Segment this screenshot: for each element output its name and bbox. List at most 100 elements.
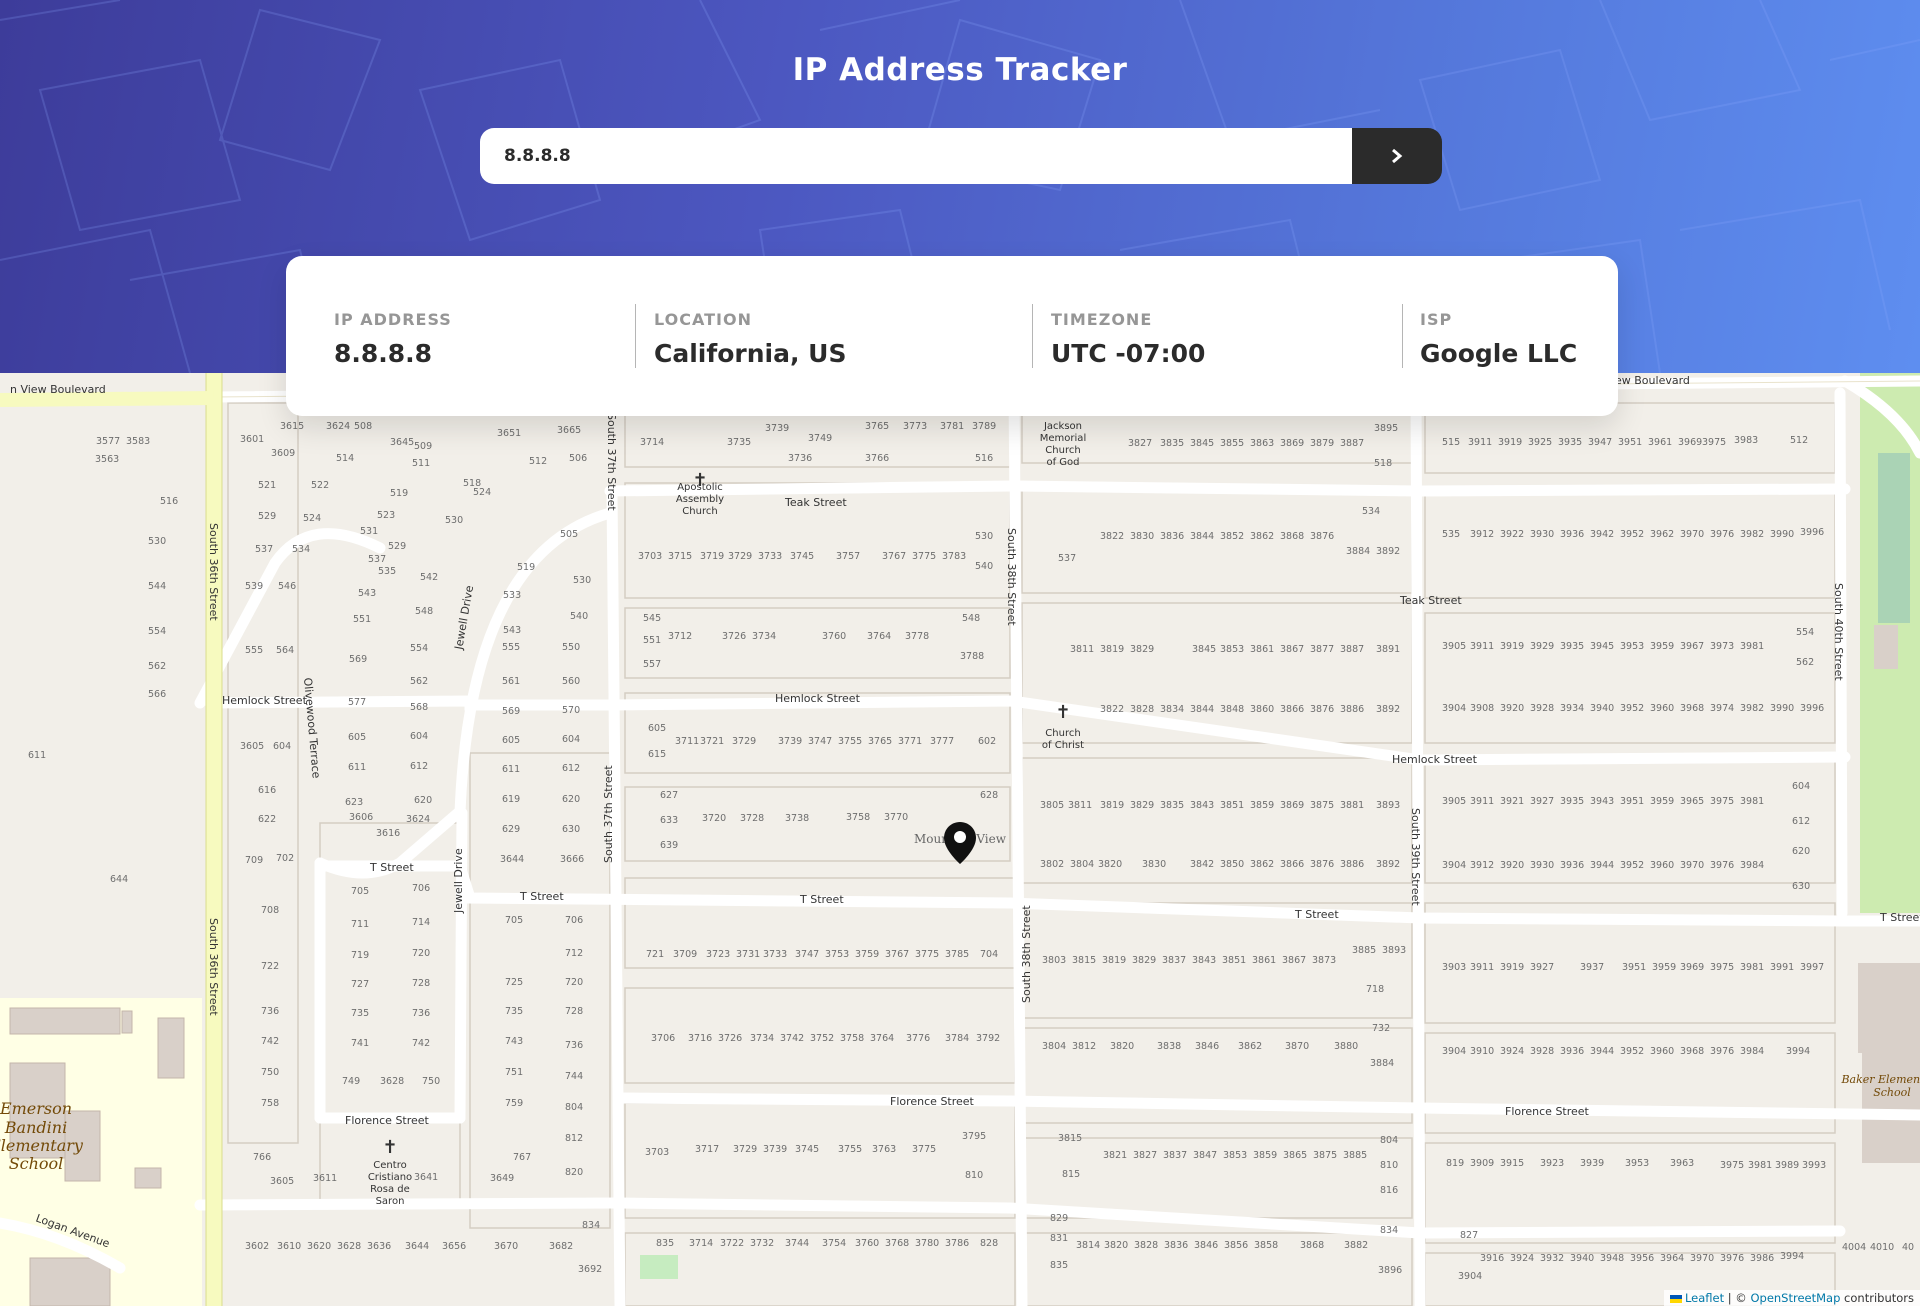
- svg-text:3935: 3935: [1558, 437, 1582, 448]
- page-title: IP Address Tracker: [792, 52, 1128, 88]
- svg-text:516: 516: [975, 453, 993, 464]
- svg-text:568: 568: [410, 702, 428, 713]
- svg-text:3777: 3777: [930, 736, 954, 747]
- svg-text:3835: 3835: [1160, 438, 1184, 449]
- location-marker[interactable]: [943, 821, 977, 869]
- svg-text:Florence Street: Florence Street: [1505, 1105, 1590, 1118]
- svg-text:3968: 3968: [1680, 1046, 1704, 1057]
- svg-text:3867: 3867: [1282, 955, 1306, 966]
- svg-text:720: 720: [412, 948, 430, 959]
- svg-text:T Street: T Street: [369, 861, 414, 874]
- svg-text:3851: 3851: [1220, 800, 1244, 811]
- svg-text:3641: 3641: [414, 1172, 438, 1183]
- svg-text:543: 543: [358, 588, 376, 599]
- svg-text:548: 548: [962, 613, 980, 624]
- svg-text:3855: 3855: [1220, 438, 1244, 449]
- svg-text:3845: 3845: [1190, 438, 1214, 449]
- svg-text:3961: 3961: [1648, 437, 1672, 448]
- leaflet-link[interactable]: Leaflet: [1685, 1291, 1724, 1305]
- svg-text:3856: 3856: [1224, 1240, 1248, 1251]
- svg-text:3829: 3829: [1130, 800, 1154, 811]
- svg-text:4004: 4004: [1842, 1242, 1866, 1253]
- svg-text:Apostolic: Apostolic: [677, 482, 723, 493]
- svg-text:3757: 3757: [836, 551, 860, 562]
- location-value: California, US: [654, 339, 847, 368]
- svg-text:524: 524: [303, 513, 321, 524]
- svg-text:3925: 3925: [1528, 437, 1552, 448]
- svg-text:3909: 3909: [1470, 1158, 1494, 1169]
- svg-text:3666: 3666: [560, 854, 584, 865]
- svg-text:3764: 3764: [870, 1033, 894, 1044]
- svg-text:3862: 3862: [1238, 1041, 1262, 1052]
- svg-text:3911: 3911: [1470, 641, 1494, 652]
- svg-text:3930: 3930: [1530, 860, 1554, 871]
- svg-text:3715: 3715: [668, 551, 692, 562]
- svg-text:3920: 3920: [1500, 703, 1524, 714]
- svg-text:3822: 3822: [1100, 704, 1124, 715]
- svg-text:3605: 3605: [270, 1176, 294, 1187]
- svg-text:3982: 3982: [1740, 529, 1764, 540]
- svg-text:3984: 3984: [1740, 860, 1764, 871]
- svg-text:3976: 3976: [1710, 529, 1734, 540]
- svg-text:3951: 3951: [1622, 962, 1646, 973]
- svg-text:3763: 3763: [872, 1144, 896, 1155]
- svg-text:767: 767: [513, 1152, 531, 1163]
- svg-text:3850: 3850: [1220, 859, 1244, 870]
- svg-text:Jackson: Jackson: [1043, 421, 1082, 432]
- svg-text:40: 40: [1902, 1242, 1914, 1253]
- svg-text:3714: 3714: [689, 1238, 713, 1249]
- svg-text:3892: 3892: [1376, 704, 1400, 715]
- svg-text:3714: 3714: [640, 437, 664, 448]
- svg-text:3919: 3919: [1500, 641, 1524, 652]
- svg-text:712: 712: [565, 948, 583, 959]
- svg-text:544: 544: [148, 581, 166, 592]
- svg-text:3930: 3930: [1530, 529, 1554, 540]
- svg-text:3620: 3620: [307, 1241, 331, 1252]
- svg-text:804: 804: [565, 1102, 583, 1113]
- svg-text:3765: 3765: [868, 736, 892, 747]
- svg-text:620: 620: [562, 794, 580, 805]
- svg-text:714: 714: [412, 917, 430, 928]
- svg-text:3844: 3844: [1190, 531, 1214, 542]
- svg-text:560: 560: [562, 676, 580, 687]
- svg-text:537: 537: [255, 544, 273, 555]
- svg-text:3649: 3649: [490, 1173, 514, 1184]
- svg-text:3754: 3754: [822, 1238, 846, 1249]
- svg-text:ew Boulevard: ew Boulevard: [1615, 374, 1690, 387]
- svg-text:546: 546: [278, 581, 296, 592]
- svg-text:3733: 3733: [763, 949, 787, 960]
- svg-text:3963: 3963: [1670, 1158, 1694, 1169]
- ip-search-input[interactable]: [480, 128, 1352, 184]
- svg-text:828: 828: [980, 1238, 998, 1249]
- svg-text:3903: 3903: [1442, 962, 1466, 973]
- svg-text:3956: 3956: [1630, 1253, 1654, 1264]
- svg-text:564: 564: [276, 645, 294, 656]
- svg-text:3884: 3884: [1370, 1058, 1394, 1069]
- search-submit-button[interactable]: [1352, 128, 1442, 184]
- map-view[interactable]: n View Boulevard ew Boulevard Teak Stree…: [0, 373, 1920, 1306]
- svg-text:3837: 3837: [1162, 955, 1186, 966]
- svg-text:3863: 3863: [1250, 438, 1274, 449]
- svg-text:Teak Street: Teak Street: [784, 496, 847, 509]
- svg-text:3920: 3920: [1500, 860, 1524, 871]
- svg-text:512: 512: [1790, 435, 1808, 446]
- svg-text:3651: 3651: [497, 428, 521, 439]
- svg-text:705: 705: [505, 915, 523, 926]
- svg-text:3644: 3644: [500, 854, 524, 865]
- svg-text:3964: 3964: [1660, 1253, 1684, 1264]
- svg-text:509: 509: [414, 441, 432, 452]
- svg-text:3845: 3845: [1192, 644, 1216, 655]
- svg-text:605: 605: [348, 732, 366, 743]
- svg-text:633: 633: [660, 815, 678, 826]
- svg-text:3861: 3861: [1252, 955, 1276, 966]
- svg-text:3771: 3771: [898, 736, 922, 747]
- svg-text:604: 604: [410, 731, 428, 742]
- svg-text:3821: 3821: [1103, 1150, 1127, 1161]
- openstreetmap-link[interactable]: OpenStreetMap: [1750, 1291, 1840, 1305]
- svg-text:750: 750: [261, 1067, 279, 1078]
- svg-text:812: 812: [565, 1133, 583, 1144]
- svg-text:3904: 3904: [1458, 1271, 1482, 1282]
- svg-text:3836: 3836: [1160, 531, 1184, 542]
- svg-text:3827: 3827: [1133, 1150, 1157, 1161]
- svg-text:3759: 3759: [855, 949, 879, 960]
